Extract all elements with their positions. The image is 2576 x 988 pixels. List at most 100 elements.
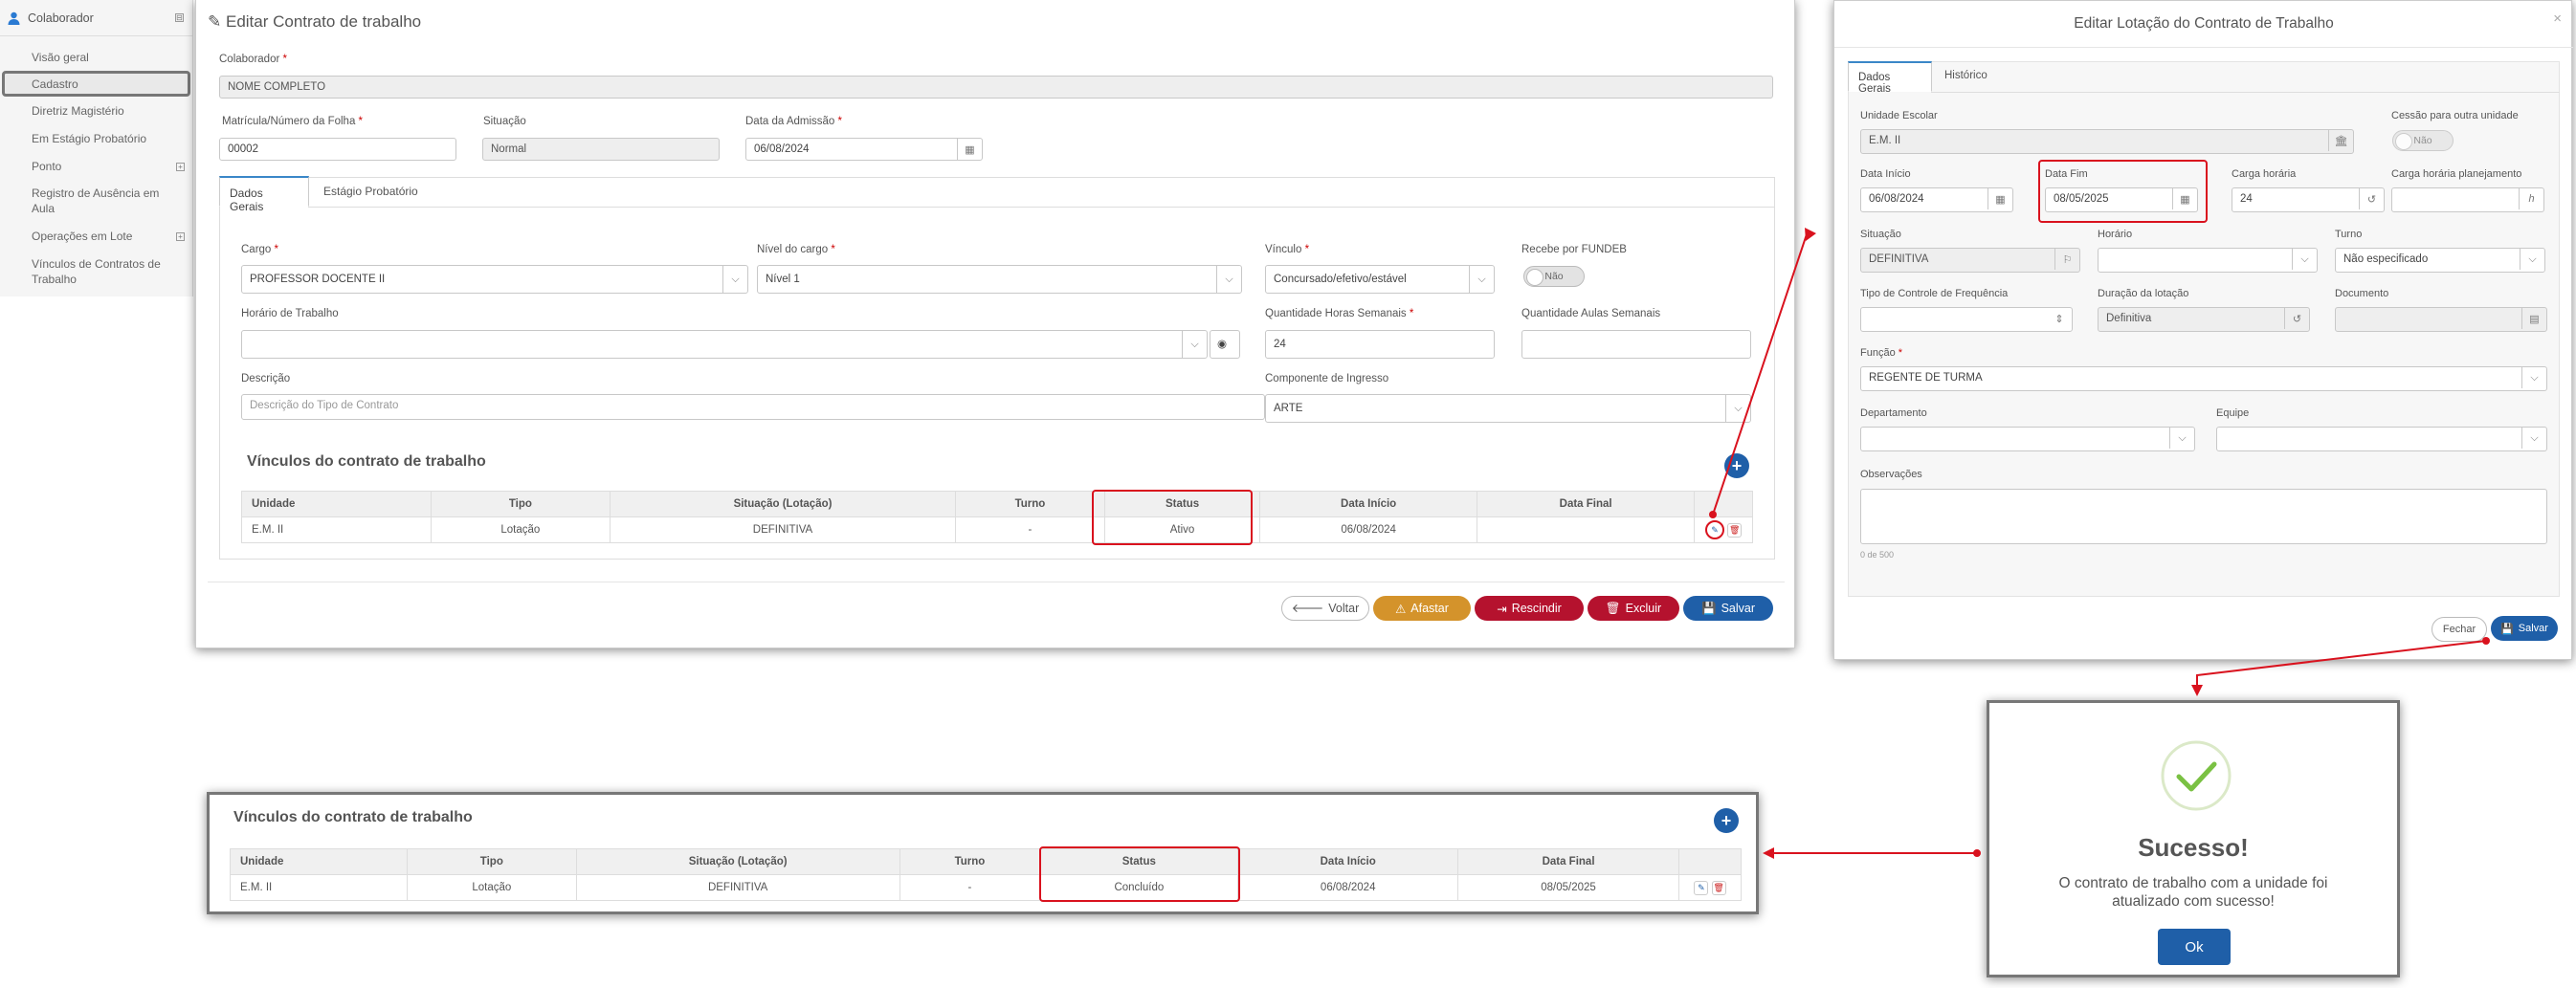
tab-historico[interactable]: Histórico [1935,61,1997,92]
situacao-label: Situação [483,116,526,127]
col-turno: Turno [954,491,1105,517]
voltar-button[interactable]: 🡐 Voltar [1281,596,1369,621]
success-title: Sucesso! [2138,833,2249,862]
cell-tipo: Lotação [406,874,577,901]
data-inicio-input[interactable]: 06/08/2024 ▦ [1860,187,2013,212]
cell-unidade: E.M. II [241,516,432,543]
plus-icon: + [1731,456,1743,475]
afastar-button[interactable]: ⚠ Afastar [1373,596,1471,621]
controle-select[interactable]: ⇕ [1860,307,2073,332]
edit-row-button[interactable]: ✎ [1694,880,1709,895]
horas-input[interactable]: 24 [1265,330,1495,359]
success-message-line2: atualizado com sucesso! [2112,893,2275,910]
delete-row-button[interactable]: 🗑 [1727,522,1743,538]
horario-select[interactable]: ⌵ [2098,248,2318,273]
observacoes-textarea[interactable] [1860,489,2547,544]
carga-label: Carga horária [2232,168,2297,180]
user-icon [8,11,20,25]
funcao-select[interactable]: REGENTE DE TURMA ⌵ [1860,366,2547,391]
controle-label: Tipo de Controle de Frequência [1860,288,2009,299]
flag-icon: ⚐ [2054,249,2079,270]
cessao-toggle[interactable]: Não [2392,130,2454,151]
col-tipo: Tipo [430,491,611,517]
tab-dados-gerais[interactable]: Dados Gerais [1848,61,1932,95]
delete-row-button[interactable]: 🗑 [1711,880,1726,895]
componente-select[interactable]: ARTE ⌵ [1265,394,1751,423]
data-inicio-label: Data Início [1860,168,1911,180]
cargo-select[interactable]: PROFESSOR DOCENTE II ⌵ [241,265,748,294]
modal-salvar-button[interactable]: 💾 Salvar [2491,616,2558,641]
table-row[interactable]: E.M. II Lotação DEFINITIVA - Concluído 0… [230,874,1743,901]
documento-label: Documento [2335,288,2389,299]
edit-contract-panel: ✎ Editar Contrato de trabalho Colaborado… [195,0,1795,648]
matricula-input[interactable]: 00002 [219,138,456,161]
sidebar-item-registro-ausencia[interactable]: Registro de Ausência em Aula [32,186,175,216]
table-row[interactable]: E.M. II Lotação DEFINITIVA - Ativo 06/08… [241,516,1753,543]
carga-input[interactable]: 24 ↺ [2232,187,2385,212]
nivel-select[interactable]: Nível 1 ⌵ [757,265,1242,294]
col-tipo: Tipo [406,848,577,875]
sidebar-item-vinculos[interactable]: Vínculos de Contratos de Trabalho [32,256,175,287]
colaborador-label: Colaborador * [219,54,287,65]
sidebar-item-estagio[interactable]: Em Estágio Probatório [32,131,146,146]
sidebar-title: Colaborador [28,11,94,25]
aulas-input[interactable] [1521,330,1751,359]
situacao-label: Situação [1860,229,1901,240]
close-icon[interactable]: × [2553,11,2562,27]
data-fim-input[interactable]: 08/05/2025 ▦ [2045,187,2198,212]
col-unidade: Unidade [230,848,408,875]
departamento-select[interactable]: ⌵ [1860,427,2195,451]
sidebar-item-cadastro[interactable]: Cadastro [32,77,78,92]
colaborador-field[interactable]: NOME COMPLETO [219,76,1773,99]
add-vinculo-button[interactable]: + [1724,453,1749,478]
horas-label: Quantidade Horas Semanais * [1265,308,1414,319]
cell-data-final: 08/05/2025 [1457,874,1679,901]
fechar-button[interactable]: Fechar [2432,617,2487,642]
calendar-icon[interactable]: ▦ [1988,188,2012,209]
admissao-date-input[interactable]: 06/08/2024 ▦ [745,138,983,161]
sidebar-item-operacoes-lote[interactable]: Operações em Lote [32,229,132,244]
table-header-row: Unidade Tipo Situação (Lotação) Turno St… [241,491,1753,517]
col-actions [1677,848,1743,875]
equipe-select[interactable]: ⌵ [2216,427,2547,451]
sidebar-item-diretriz[interactable]: Diretriz Magistério [32,103,124,119]
vinculo-select[interactable]: Concursado/efetivo/estável ⌵ [1265,265,1495,294]
expand-icon[interactable]: + [176,232,185,241]
reset-icon: ↺ [2284,308,2309,329]
cessao-label: Cessão para outra unidade [2391,110,2519,121]
chevron-down-icon: ⌵ [1182,331,1207,358]
view-horario-button[interactable]: ◉ [1210,330,1240,359]
cell-turno: - [954,516,1105,543]
ok-button[interactable]: Ok [2158,929,2231,965]
rescindir-button[interactable]: ⇥ Rescindir [1475,596,1584,621]
warning-icon: ⚠ [1395,602,1407,616]
carga-plan-input[interactable]: h [2391,187,2544,212]
calendar-icon[interactable]: ▦ [957,139,982,160]
turno-select[interactable]: Não especificado ⌵ [2335,248,2545,273]
vinculos-section-title: Vínculos do contrato de trabalho [247,453,486,470]
sidebar-item-visao-geral[interactable]: Visão geral [32,50,89,65]
descricao-input[interactable]: Descrição do Tipo de Contrato [241,394,1265,420]
expand-icon[interactable]: + [176,163,185,171]
result-vinculos-panel: Vínculos do contrato de trabalho + Unida… [207,792,1759,914]
result-vinculos-table: Unidade Tipo Situação (Lotação) Turno St… [230,848,1743,901]
excluir-button[interactable]: 🗑 Excluir [1588,596,1679,621]
eye-icon: ◉ [1217,339,1228,350]
salvar-button[interactable]: 💾 Salvar [1683,596,1773,621]
reset-icon[interactable]: ↺ [2359,188,2384,209]
edit-row-button[interactable]: ✎ [1704,520,1724,539]
modal-header-divider [1834,47,2573,48]
tab-estagio-probatorio[interactable]: Estágio Probatório [314,176,428,207]
horario-label: Horário de Trabalho [241,308,339,319]
add-vinculo-button[interactable]: + [1714,808,1739,833]
componente-label: Componente de Ingresso [1265,373,1389,384]
horario-select[interactable]: ⌵ [241,330,1208,359]
sidebar-item-ponto[interactable]: Ponto [32,159,61,174]
sidebar-header[interactable]: Colaborador ⊟ [0,0,193,36]
edit-icon: ✎ [208,12,222,31]
tab-dados-gerais[interactable]: Dados Gerais [219,176,309,213]
collapse-icon[interactable]: ⊟ [175,13,184,22]
turno-label: Turno [2335,229,2363,240]
calendar-icon[interactable]: ▦ [2172,188,2197,209]
fundeb-toggle[interactable]: Não [1523,266,1585,287]
